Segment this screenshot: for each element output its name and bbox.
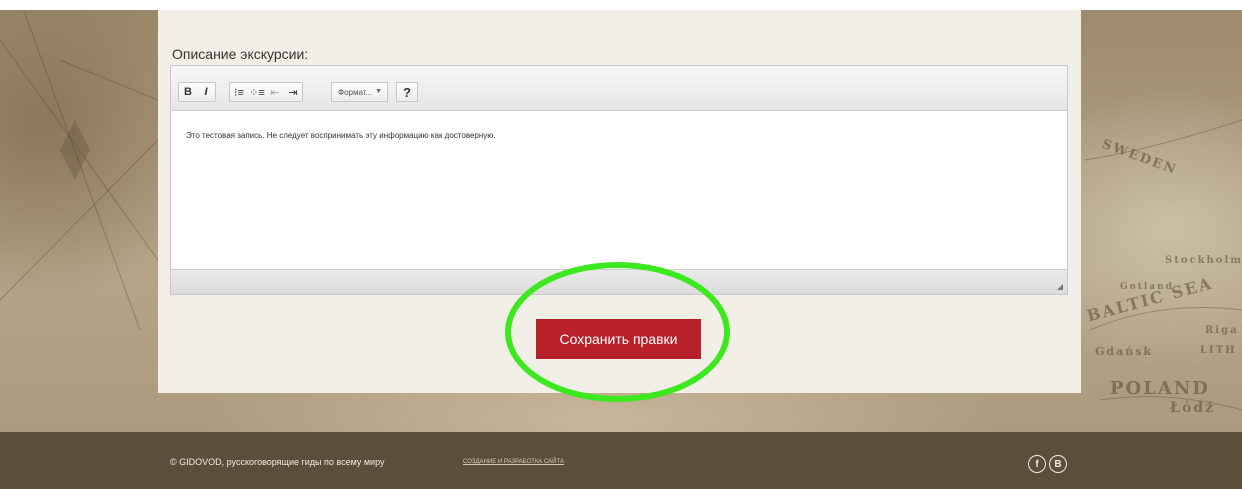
format-button-group: B I (178, 82, 216, 102)
editor-content-text: Это тестовая запись. Не следует восприни… (186, 131, 496, 140)
italic-button[interactable]: I (197, 83, 215, 101)
footer: © GIDOVOD, русскоговорящие гиды по всему… (0, 432, 1242, 489)
chevron-down-icon: ▼ (375, 88, 382, 95)
copyright-text: © GIDOVOD, русскоговорящие гиды по всему… (170, 457, 385, 467)
facebook-icon[interactable]: f (1028, 455, 1046, 473)
resize-handle-icon[interactable] (1057, 284, 1063, 290)
vk-icon[interactable]: B (1049, 455, 1067, 473)
format-select[interactable]: Формат... ▼ (331, 82, 388, 102)
rich-text-editor: B I ⁝≡ ⁘≡ ⇤ ⇥ Формат... ▼ ? Это тестовая… (170, 65, 1068, 295)
bold-button[interactable]: B (179, 83, 197, 101)
outdent-icon[interactable]: ⇤ (266, 83, 284, 101)
help-button[interactable]: ? (396, 82, 418, 102)
ordered-list-icon[interactable]: ⁝≡ (230, 83, 248, 101)
editor-toolbar: B I ⁝≡ ⁘≡ ⇤ ⇥ Формат... ▼ ? (171, 66, 1067, 111)
list-button-group: ⁝≡ ⁘≡ ⇤ ⇥ (229, 82, 303, 102)
indent-icon[interactable]: ⇥ (284, 83, 302, 101)
site-development-link[interactable]: СОЗДАНИЕ И РАЗРАБОТКА САЙТА (463, 459, 564, 465)
format-select-label: Формат... (338, 87, 373, 97)
top-strip (0, 0, 1242, 10)
editor-content-area[interactable]: Это тестовая запись. Не следует восприни… (171, 111, 1067, 269)
highlight-circle (505, 262, 730, 402)
description-label: Описание экскурсии: (172, 46, 309, 62)
unordered-list-icon[interactable]: ⁘≡ (248, 83, 266, 101)
